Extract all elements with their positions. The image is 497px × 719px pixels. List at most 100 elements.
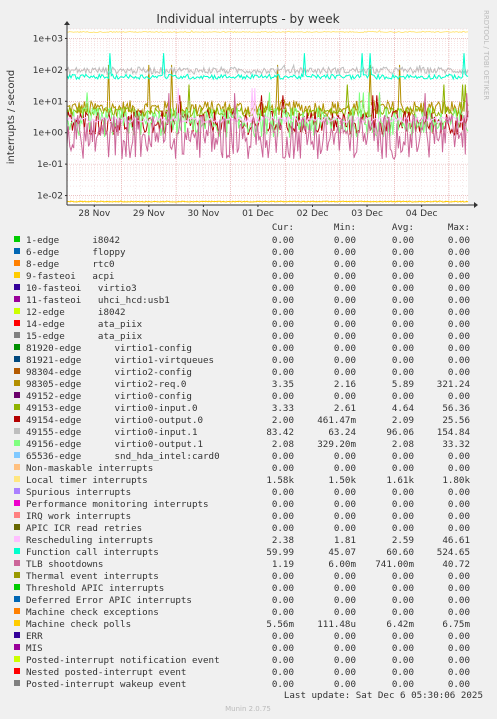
legend-value-avg: 5.89 [392,379,414,390]
legend-value-max: 0.00 [448,355,470,366]
legend-value-avg: 0.00 [392,259,414,270]
legend-value-cur: 3.33 [272,403,294,414]
x-tick-label: 04 Dec [406,209,438,219]
legend-value-min: 0.00 [334,355,356,366]
legend-value-max: 321.24 [437,379,471,390]
legend-series-name: Deferred Error APIC interrupts [26,595,192,606]
legend-swatch [14,512,20,518]
legend-series-name: 11-fasteoi uhci_hcd:usb1 [26,295,170,306]
legend-value-min: 0.00 [334,367,356,378]
legend-value-avg: 96.06 [386,427,414,438]
legend-value-max: 0.00 [448,367,470,378]
legend-column-header: Avg: [392,222,414,233]
legend-swatch [14,656,20,662]
legend-swatch [14,560,20,566]
x-tick-label: 02 Dec [297,209,329,219]
legend-column-header: Cur: [272,222,294,233]
legend-series-name: 6-edge floppy [26,247,126,258]
legend-value-avg: 2.08 [392,439,414,450]
legend-value-cur: 0.00 [272,631,294,642]
legend-series-name: TLB shootdowns [26,559,103,570]
y-axis-arrow [64,21,70,25]
legend-swatch [14,488,20,494]
legend-value-avg: 0.00 [392,643,414,654]
legend-value-min: 0.00 [334,391,356,402]
legend-value-avg: 0.00 [392,331,414,342]
legend-value-avg: 0.00 [392,499,414,510]
legend-swatch [14,416,20,422]
legend-value-cur: 2.08 [272,439,294,450]
legend-value-cur: 0.00 [272,367,294,378]
legend-series-name: Local timer interrupts [26,475,148,486]
legend-value-min: 45.07 [328,547,356,558]
legend-value-cur: 0.00 [272,499,294,510]
legend-swatch [14,332,20,338]
legend-series-name: 98305-edge virtio2-req.0 [26,379,186,390]
legend-value-max: 1.80k [442,475,470,486]
legend-value-cur: 2.00 [272,415,294,426]
legend-series-name: 65536-edge snd_hda_intel:card0 [26,451,220,462]
legend-value-max: 0.00 [448,631,470,642]
legend-series-name: ERR [26,631,43,642]
legend-series-name: Non-maskable interrupts [26,463,153,474]
legend-value-max: 0.00 [448,607,470,618]
legend-value-max: 0.00 [448,643,470,654]
legend-value-max: 0.00 [448,259,470,270]
legend-swatch [14,428,20,434]
legend-value-avg: 0.00 [392,343,414,354]
legend-value-max: 25.56 [442,415,470,426]
legend-value-max: 0.00 [448,391,470,402]
legend-value-min: 0.00 [334,259,356,270]
legend-value-max: 0.00 [448,283,470,294]
chart-title: Individual interrupts - by week [156,12,339,26]
legend-swatch [14,284,20,290]
y-tick-label: 1e+03 [33,34,63,44]
legend-value-cur: 0.00 [272,667,294,678]
legend-value-max: 0.00 [448,235,470,246]
legend-value-avg: 0.00 [392,631,414,642]
legend-series-name: 8-edge rtc0 [26,259,115,270]
legend-value-avg: 60.60 [386,547,414,558]
legend-swatch [14,272,20,278]
legend: Cur: Min: Avg: Max:1-edge i8042 0.00 0.00 0.00… [14,222,470,690]
legend-value-cur: 0.00 [272,295,294,306]
legend-value-max: 0.00 [448,319,470,330]
legend-value-avg: 0.00 [392,655,414,666]
legend-swatch [14,236,20,242]
legend-value-avg: 0.00 [392,235,414,246]
legend-value-max: 6.75m [442,619,470,630]
legend-value-max: 0.00 [448,451,470,462]
legend-swatch [14,368,20,374]
legend-value-min: 0.00 [334,511,356,522]
legend-value-min: 0.00 [334,595,356,606]
legend-swatch [14,296,20,302]
legend-swatch [14,476,20,482]
legend-series-name: 10-fasteoi virtio3 [26,283,137,294]
legend-value-cur: 0.00 [272,355,294,366]
legend-value-max: 0.00 [448,523,470,534]
legend-value-avg: 0.00 [392,391,414,402]
legend-series-name: Function call interrupts [26,547,159,558]
legend-swatch [14,620,20,626]
legend-value-max: 0.00 [448,595,470,606]
legend-value-cur: 59.99 [266,547,294,558]
legend-value-avg: 4.64 [392,403,415,414]
legend-value-min: 0.00 [334,607,356,618]
legend-value-min: 0.00 [334,295,356,306]
legend-series-name: 14-edge ata_piix [26,319,143,330]
legend-series-name: 49155-edge virtio0-input.1 [26,427,197,438]
legend-swatch [14,524,20,530]
legend-value-cur: 0.00 [272,487,294,498]
legend-series-name: 81921-edge virtio1-virtqueues [26,355,214,366]
legend-value-avg: 0.00 [392,271,414,282]
legend-swatch [14,248,20,254]
legend-value-cur: 0.00 [272,655,294,666]
legend-value-max: 46.61 [442,535,470,546]
legend-value-avg: 0.00 [392,367,414,378]
legend-series-name: Thermal event interrupts [26,571,159,582]
legend-series-name: Posted-interrupt wakeup event [26,679,186,690]
legend-series-name: 49152-edge virtio0-config [26,391,192,402]
legend-series-name: Spurious interrupts [26,487,131,498]
legend-value-min: 461.47m [317,415,356,426]
legend-value-cur: 1.58k [266,475,294,486]
